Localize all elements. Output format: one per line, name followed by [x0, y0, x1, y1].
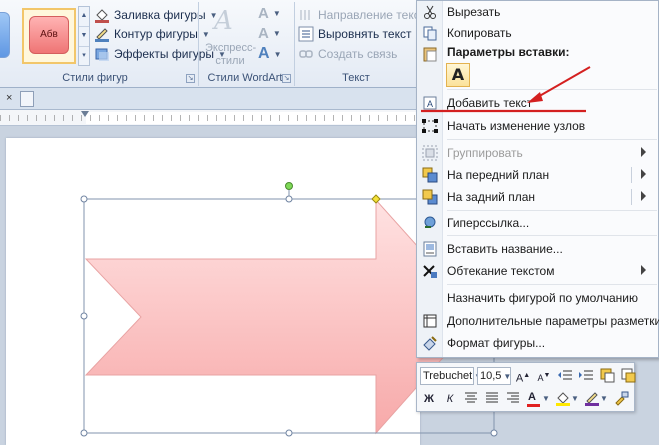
mini-toolbar: Trebuchet ▼ 10,5 ▼ A▲ A▼ Ж К	[416, 362, 637, 412]
menu-label: Копировать	[447, 26, 512, 40]
menu-label: Обтекание текстом	[447, 264, 555, 278]
context-menu: Вырезать Копировать Параметры вставки: A…	[416, 0, 659, 358]
scissors-icon	[422, 4, 438, 20]
copy-icon	[422, 25, 438, 41]
menu-label: Группировать	[447, 146, 523, 160]
menu-label: Гиперссылка...	[447, 216, 530, 230]
menu-label: Формат фигуры...	[447, 336, 546, 350]
font-color-button[interactable]: A ▼	[525, 390, 551, 408]
grow-font-icon[interactable]: A▲	[514, 367, 532, 385]
menu-item-group[interactable]: Группировать	[417, 142, 658, 164]
font-name-combobox[interactable]: Trebuchet ▼	[420, 367, 482, 385]
menu-item-insert-caption[interactable]: Вставить название...	[417, 238, 658, 260]
paste-options-header: Параметры вставки:	[447, 45, 570, 59]
align-right-icon[interactable]	[504, 390, 522, 408]
menu-item-add-text[interactable]: A Добавить текст	[417, 92, 658, 114]
font-color-swatch	[527, 404, 540, 407]
menu-separator	[447, 210, 657, 211]
format-painter-icon[interactable]	[612, 390, 630, 408]
clipboard-icon	[422, 46, 438, 62]
shape-outline-mini-icon[interactable]	[619, 367, 637, 385]
menu-separator	[447, 139, 657, 140]
menu-label: Добавить текст	[447, 96, 533, 110]
menu-label: Вставить название...	[447, 242, 563, 256]
menu-label: Назначить фигурой по умолчанию	[447, 291, 639, 305]
layout-options-icon	[422, 313, 438, 329]
menu-item-set-default-shape[interactable]: Назначить фигурой по умолчанию	[417, 287, 658, 309]
chevron-down-icon[interactable]: ▼	[600, 390, 608, 408]
bold-button[interactable]: Ж	[420, 390, 438, 408]
shape-outline-color-button[interactable]: ▼	[583, 390, 609, 408]
align-center-icon[interactable]	[462, 390, 480, 408]
menu-label: Вырезать	[447, 5, 501, 19]
shape-fill-color-button[interactable]: ▼	[554, 390, 580, 408]
menu-label: Дополнительные параметры разметки...	[447, 314, 659, 328]
edit-points-icon	[422, 118, 438, 134]
menu-item-copy[interactable]: Копировать	[417, 22, 658, 44]
chevron-down-icon[interactable]: ▼	[503, 372, 511, 381]
menu-separator	[447, 235, 657, 236]
italic-button[interactable]: К	[441, 390, 459, 408]
insert-caption-icon	[422, 241, 438, 257]
submenu-arrow-icon[interactable]	[641, 191, 646, 201]
hyperlink-globe-icon	[422, 215, 438, 231]
chevron-down-icon[interactable]: ▼	[542, 390, 550, 408]
font-size-combobox[interactable]: 10,5 ▼	[477, 367, 511, 385]
menu-item-format-shape[interactable]: Формат фигуры...	[417, 332, 658, 354]
menu-item-bring-to-front[interactable]: На передний план	[417, 164, 658, 186]
menu-item-edit-points[interactable]: Начать изменение узлов	[417, 115, 658, 137]
submenu-arrow-icon	[641, 265, 646, 275]
font-name-value: Trebuchet	[423, 370, 473, 382]
menu-separator	[447, 89, 657, 90]
shrink-font-icon[interactable]: A▼	[535, 367, 553, 385]
shape-fill-mini-icon[interactable]	[598, 367, 616, 385]
menu-separator	[447, 284, 657, 285]
decrease-indent-icon[interactable]	[556, 367, 574, 385]
send-to-back-icon	[422, 189, 438, 205]
svg-text:A: A	[427, 99, 433, 109]
menu-item-more-layout-options[interactable]: Дополнительные параметры разметки...	[417, 310, 659, 332]
menu-label: На задний план	[447, 190, 536, 204]
text-box-icon: A	[422, 95, 438, 111]
menu-label: Начать изменение узлов	[447, 119, 586, 133]
menu-item-send-to-back[interactable]: На задний план	[417, 186, 658, 208]
group-objects-icon	[422, 145, 438, 161]
font-size-value: 10,5	[480, 370, 502, 382]
submenu-arrow-icon[interactable]	[641, 169, 646, 179]
paste-keep-text-only-button[interactable]: A	[446, 63, 470, 87]
wrap-text-icon	[422, 263, 438, 279]
bring-to-front-icon	[422, 167, 438, 183]
adjust-handle[interactable]	[371, 194, 381, 204]
menu-item-cut[interactable]: Вырезать	[417, 1, 658, 23]
chevron-down-icon[interactable]: ▼	[571, 390, 579, 408]
format-shape-icon	[422, 335, 438, 351]
menu-item-hyperlink[interactable]: Гиперссылка...	[417, 212, 658, 234]
menu-label: На передний план	[447, 168, 550, 182]
rotation-handle[interactable]	[285, 182, 293, 190]
align-justify-icon[interactable]	[483, 390, 501, 408]
menu-item-wrap-text[interactable]: Обтекание текстом	[417, 260, 658, 282]
submenu-arrow-icon	[641, 147, 646, 157]
increase-indent-icon[interactable]	[577, 367, 595, 385]
